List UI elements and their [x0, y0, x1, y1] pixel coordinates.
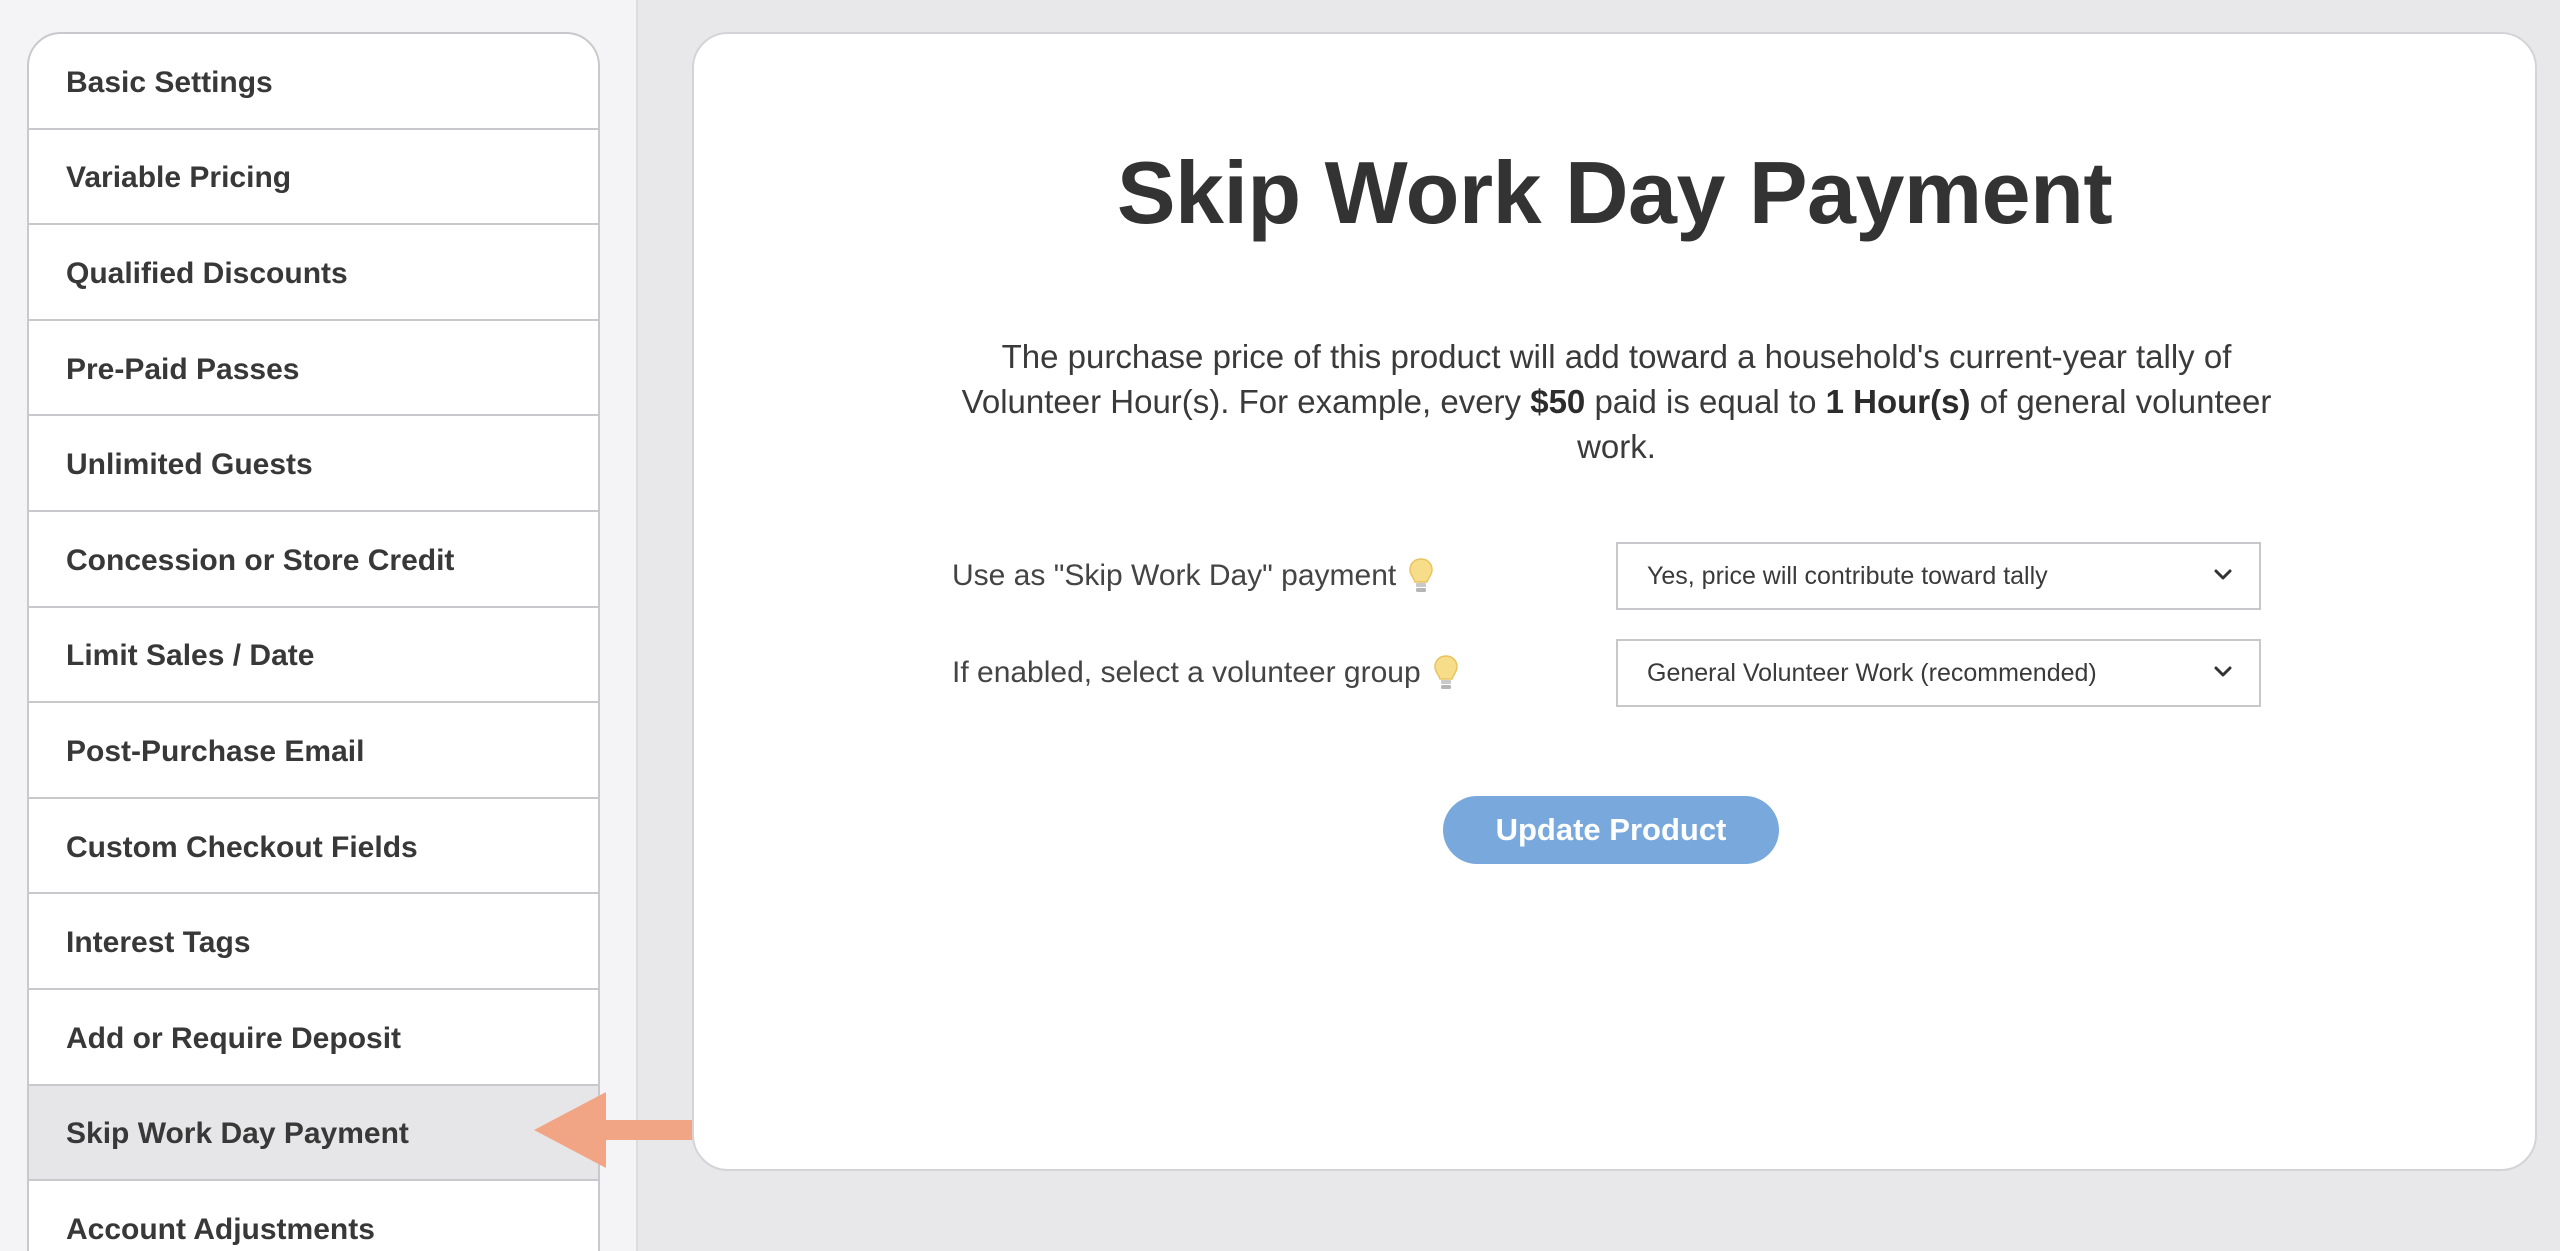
description-text: The purchase price of this product will …	[949, 334, 2284, 469]
skip-work-day-row: Use as "Skip Work Day" payment Yes, pric…	[952, 542, 2284, 610]
sidebar-item-label: Unlimited Guests	[66, 448, 313, 482]
sidebar-item-label: Skip Work Day Payment	[66, 1117, 409, 1151]
sidebar-item-skip-work-day-payment[interactable]: Skip Work Day Payment	[29, 1085, 598, 1182]
sidebar-item-pre-paid-passes[interactable]: Pre-Paid Passes	[29, 321, 598, 417]
description-part-2: paid is equal to	[1585, 383, 1826, 420]
sidebar-item-custom-checkout-fields[interactable]: Custom Checkout Fields	[29, 799, 598, 895]
sidebar-item-add-require-deposit[interactable]: Add or Require Deposit	[29, 990, 598, 1086]
volunteer-group-select-value: General Volunteer Work (recommended)	[1647, 658, 2097, 687]
skip-work-day-select-value: Yes, price will contribute toward tally	[1647, 561, 2048, 590]
sidebar-item-qualified-discounts[interactable]: Qualified Discounts	[29, 225, 598, 321]
description-amount: $50	[1530, 383, 1586, 420]
sidebar-item-label: Add or Require Deposit	[66, 1021, 402, 1055]
sidebar-item-label: Post-Purchase Email	[66, 734, 365, 768]
sidebar-item-label: Basic Settings	[66, 65, 273, 99]
left-panel: Basic Settings Variable Pricing Qualifie…	[0, 0, 638, 1251]
skip-work-day-select[interactable]: Yes, price will contribute toward tally	[1616, 542, 2261, 610]
lightbulb-icon[interactable]	[1433, 654, 1459, 692]
volunteer-group-row: If enabled, select a volunteer group Gen…	[952, 639, 2284, 707]
main-card: Skip Work Day Payment The purchase price…	[692, 32, 2537, 1171]
sidebar-item-label: Custom Checkout Fields	[66, 830, 418, 864]
sidebar-item-limit-sales-date[interactable]: Limit Sales / Date	[29, 608, 598, 704]
sidebar-item-account-adjustments[interactable]: Account Adjustments	[29, 1181, 598, 1251]
sidebar-item-label: Concession or Store Credit	[66, 543, 455, 577]
description-hours: 1 Hour(s)	[1825, 383, 1971, 420]
chevron-down-icon	[2214, 569, 2232, 580]
volunteer-group-label: If enabled, select a volunteer group	[952, 656, 1421, 689]
sidebar-item-label: Variable Pricing	[66, 161, 292, 195]
sidebar-item-label: Pre-Paid Passes	[66, 352, 300, 386]
sidebar-item-variable-pricing[interactable]: Variable Pricing	[29, 130, 598, 226]
page-title: Skip Work Day Payment	[1116, 143, 2113, 242]
volunteer-group-label-wrap: If enabled, select a volunteer group	[952, 654, 1612, 692]
sidebar-item-interest-tags[interactable]: Interest Tags	[29, 894, 598, 990]
sidebar-item-label: Limit Sales / Date	[66, 639, 315, 673]
sidebar-item-post-purchase-email[interactable]: Post-Purchase Email	[29, 703, 598, 799]
lightbulb-icon[interactable]	[1408, 557, 1434, 595]
sidebar-item-label: Qualified Discounts	[66, 256, 348, 290]
volunteer-group-select[interactable]: General Volunteer Work (recommended)	[1616, 639, 2261, 707]
chevron-down-icon	[2214, 666, 2232, 677]
sidebar-item-label: Account Adjustments	[66, 1212, 375, 1246]
sidebar-item-basic-settings[interactable]: Basic Settings	[29, 34, 598, 130]
sidebar-item-label: Interest Tags	[66, 926, 251, 960]
skip-work-day-label: Use as "Skip Work Day" payment	[952, 559, 1397, 592]
settings-sidebar: Basic Settings Variable Pricing Qualifie…	[27, 32, 600, 1251]
update-product-button[interactable]: Update Product	[1443, 796, 1779, 864]
sidebar-item-concession-store-credit[interactable]: Concession or Store Credit	[29, 512, 598, 608]
sidebar-item-unlimited-guests[interactable]: Unlimited Guests	[29, 416, 598, 512]
skip-work-day-label-wrap: Use as "Skip Work Day" payment	[952, 557, 1612, 595]
